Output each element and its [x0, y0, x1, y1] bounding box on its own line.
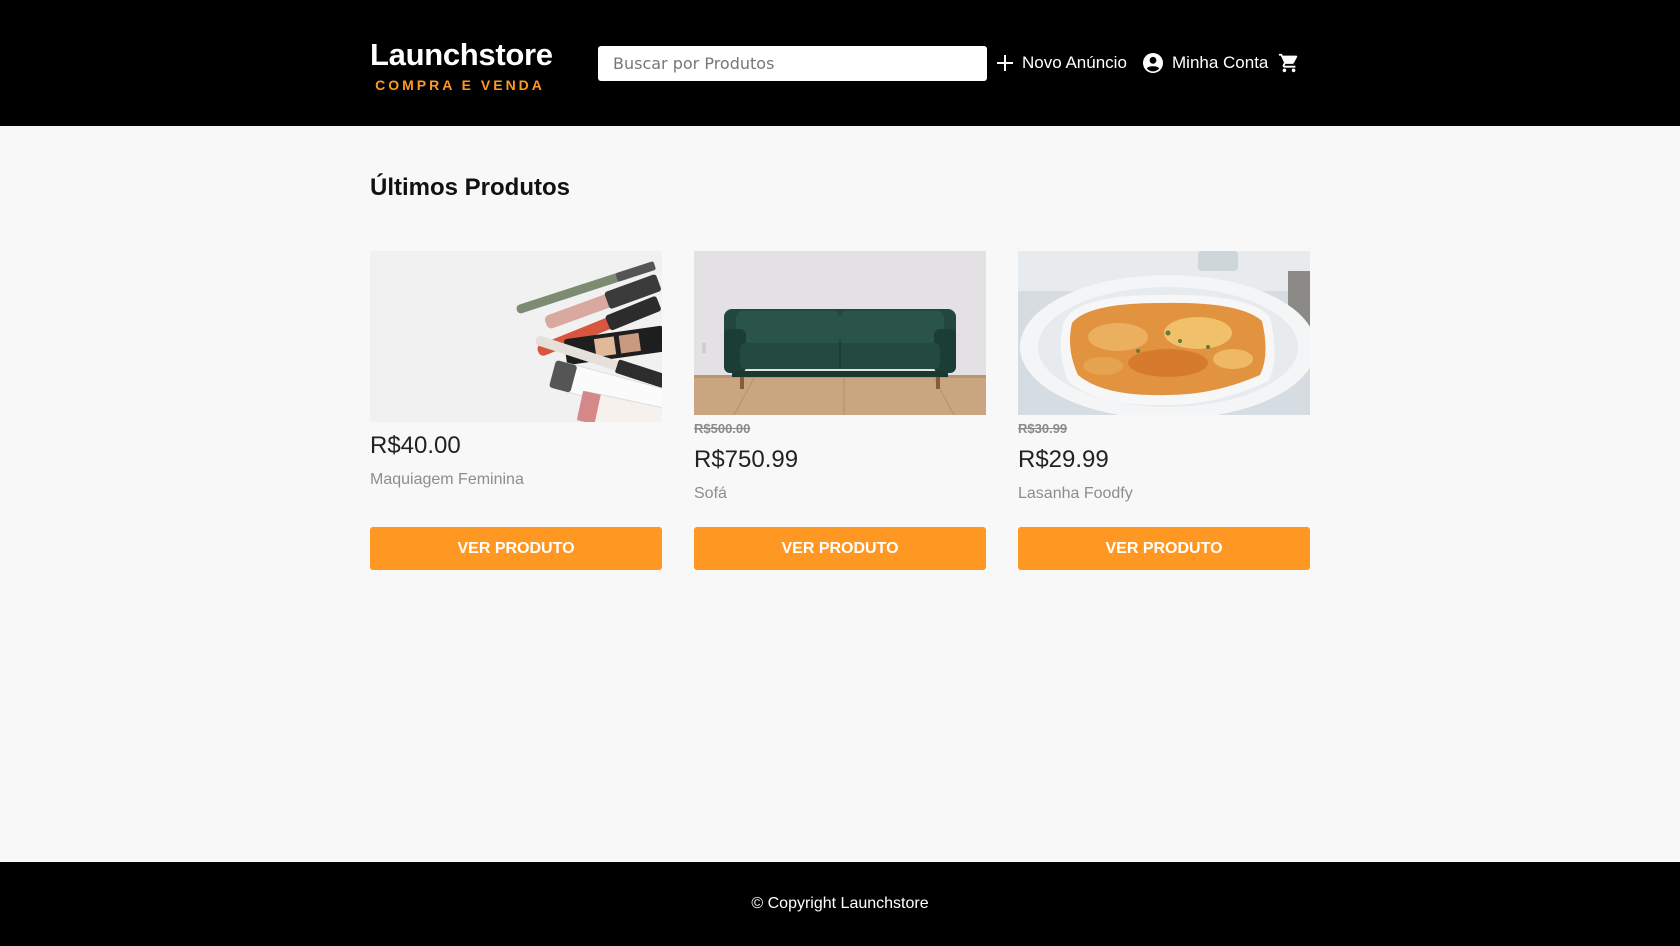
site-header: Launchstore COMPRA E VENDA Novo Anúncio — [0, 0, 1680, 126]
view-product-button[interactable]: Ver Produto — [1018, 527, 1310, 570]
product-image-sofa[interactable] — [694, 251, 986, 415]
product-price: R$40.00 — [370, 432, 461, 459]
view-product-button[interactable]: Ver Produto — [694, 527, 986, 570]
copyright-text: © Copyright Launchstore — [751, 895, 929, 912]
product-grid: R$40.00 Maquiagem Feminina Ver Produto — [370, 251, 1310, 581]
new-listing-link[interactable]: Novo Anúncio — [996, 49, 1127, 77]
section-title: Últimos Produtos — [370, 174, 571, 201]
product-name: Lasanha Foodfy — [1018, 485, 1133, 502]
my-account-label: Minha Conta — [1172, 53, 1269, 72]
product-image-lasagna[interactable] — [1018, 251, 1310, 415]
header-container: Launchstore COMPRA E VENDA Novo Anúncio — [370, 0, 1310, 126]
new-listing-label: Novo Anúncio — [1022, 53, 1127, 72]
product-name: Maquiagem Feminina — [370, 471, 524, 488]
search-input[interactable] — [598, 46, 987, 81]
product-old-price: R$500.00 — [694, 421, 751, 436]
logo-subtitle: COMPRA E VENDA — [375, 77, 545, 93]
product-price: R$29.99 — [1018, 446, 1109, 473]
product-old-price: R$30.99 — [1018, 421, 1068, 436]
product-card: R$30.99 R$29.99 Lasanha Foodfy Ver Produ… — [1018, 251, 1310, 570]
shopping-cart-icon — [1278, 52, 1300, 74]
view-product-button[interactable]: Ver Produto — [370, 527, 662, 570]
account-circle-icon — [1142, 52, 1164, 74]
product-image-makeup[interactable] — [370, 251, 662, 422]
product-name: Sofá — [694, 485, 727, 502]
product-card: R$40.00 Maquiagem Feminina Ver Produto — [370, 251, 662, 570]
plus-icon — [996, 54, 1014, 72]
logo-title: Launchstore — [370, 37, 553, 72]
logo[interactable]: Launchstore COMPRA E VENDA — [370, 36, 553, 94]
my-account-link[interactable]: Minha Conta — [1142, 49, 1268, 77]
cart-link[interactable] — [1278, 49, 1308, 77]
site-footer: © Copyright Launchstore — [0, 862, 1680, 946]
product-price: R$750.99 — [694, 446, 799, 473]
page: Launchstore COMPRA E VENDA Novo Anúncio — [0, 0, 1680, 946]
product-card: R$500.00 R$750.99 Sofá Ver Produto — [694, 251, 986, 570]
